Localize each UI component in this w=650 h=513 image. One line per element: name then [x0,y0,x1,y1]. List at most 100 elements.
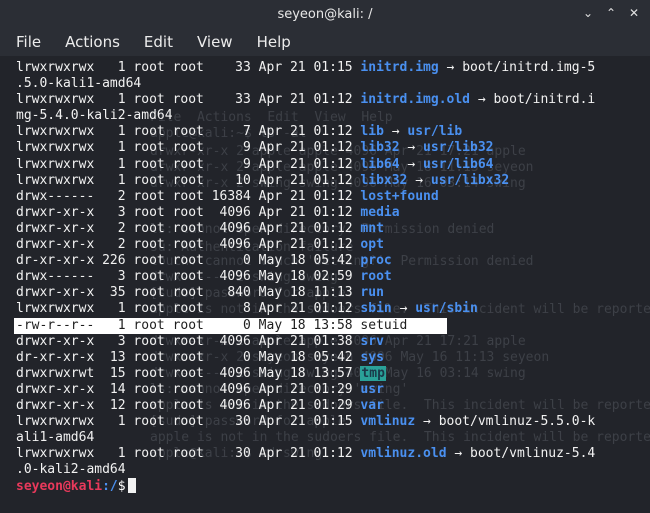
listing-row[interactable]: drwxr-xr-x 2 root root 4096 Apr 21 01:12… [16,221,595,237]
modified-date: May 18 13:57 [258,365,353,381]
link-count: 14 [102,381,126,397]
permissions: drwx------ [16,269,95,285]
file-name: lib64 [360,156,400,172]
wrapped-continuation: mg-5.4.0-kali2-amd64 [16,108,173,124]
listing-row[interactable]: lrwxrwxrwx 1 root root 33 Apr 21 01:15 i… [16,60,595,76]
listing-row[interactable]: ali1-amd64 [16,430,595,446]
modified-date: Apr 21 01:12 [258,124,353,140]
owner: root [133,317,165,333]
group: root [172,414,204,430]
group: root [172,156,204,172]
file-name: root [360,269,392,285]
listing-row[interactable]: drwxr-xr-x 12 root root 4096 Apr 21 01:2… [16,398,595,414]
file-name: vmlinuz.old [360,446,447,462]
owner: root [133,381,165,397]
modified-date: Apr 21 01:12 [258,92,353,108]
owner: root [133,60,165,75]
permissions: lrwxrwxrwx [16,446,95,462]
terminal-area[interactable]: File Actions Edit View Help apple@kali:~$… [0,56,650,513]
group: root [172,172,204,188]
permissions: dr-xr-xr-x [16,349,95,365]
listing-row[interactable]: lrwxrwxrwx 1 root root 7 Apr 21 01:12 li… [16,124,595,140]
listing-row[interactable]: drwxr-xr-x 2 root root 4096 Apr 21 01:12… [16,237,595,253]
owner: root [133,397,165,413]
modified-date: May 18 13:58 [258,317,353,333]
listing-row[interactable]: lrwxrwxrwx 1 root root 33 Apr 21 01:12 i… [16,92,595,108]
group: root [172,285,204,301]
file-name: lib [360,124,384,140]
listing-row[interactable]: drwxrwxrwt 15 root root 4096 May 18 13:5… [16,365,595,382]
prompt-symbol: $ [117,479,126,495]
modified-date: Apr 21 01:12 [258,446,353,462]
link-count: 2 [102,237,126,253]
prompt-line[interactable]: seyeon@kali:/$ [16,478,595,494]
file-name: initrd.img.old [360,92,470,108]
file-name: proc [360,253,392,269]
menu-file[interactable]: File [8,33,49,51]
file-size: 4096 [211,397,251,413]
prompt-path: :/ [102,479,118,495]
wrapped-continuation: ali1-amd64 [16,430,95,446]
listing-row[interactable]: lrwxrwxrwx 1 root root 9 Apr 21 01:12 li… [16,140,595,156]
listing-row[interactable]: drwxr-xr-x 3 root root 4096 Apr 21 01:12… [16,205,595,221]
listing-row[interactable]: dr-xr-xr-x 226 root root 0 May 18 05:42 … [16,253,595,269]
listing-row[interactable]: lrwxrwxrwx 1 root root 10 Apr 21 01:12 l… [16,173,595,189]
file-size: 0 [211,253,251,269]
file-size: 7 [211,124,251,140]
listing-row[interactable]: drwxr-xr-x 35 root root 840 May 18 11:13… [16,285,595,301]
symlink-target: boot/initrd.i [493,92,596,108]
owner: root [133,156,165,172]
symlink-target: boot/initrd.img-5 [462,60,596,75]
link-count: 2 [102,188,126,204]
listing-row[interactable]: .0-kali2-amd64 [16,462,595,478]
link-count: 15 [102,365,126,381]
listing-row[interactable]: lrwxrwxrwx 1 root root 30 Apr 21 01:15 v… [16,414,595,430]
permissions: drwxr-xr-x [16,285,95,301]
file-name: var [360,397,384,413]
title-bar[interactable]: seyeon@kali: / ⌄ ⌃ ✕ [0,0,650,28]
menu-help[interactable]: Help [249,33,299,51]
permissions: lrwxrwxrwx [16,156,95,172]
menu-actions[interactable]: Actions [57,33,128,51]
link-count: 13 [102,349,126,365]
group: root [172,204,204,220]
link-count: 1 [102,317,126,333]
file-name: srv [360,333,384,349]
listing-row[interactable]: -rw-r--r-- 1 root root 0 May 18 13:58 se… [14,317,447,334]
link-count: 1 [102,92,126,108]
close-icon[interactable]: ✕ [626,5,642,21]
listing-row[interactable]: lrwxrwxrwx 1 root root 8 Apr 21 01:12 sb… [16,301,595,317]
minimize-icon[interactable]: ⌄ [580,5,596,21]
listing-row[interactable]: mg-5.4.0-kali2-amd64 [16,108,595,124]
symlink-target: usr/sbin [415,301,478,317]
wrapped-continuation: .0-kali2-amd64 [16,462,126,478]
symlink-target: usr/lib32 [423,140,494,156]
listing-row[interactable]: drwxr-xr-x 3 root root 4096 Apr 21 01:38… [16,334,595,350]
file-size: 10 [211,172,251,188]
owner: root [133,172,165,188]
menu-edit[interactable]: Edit [136,33,181,51]
listing-row[interactable]: lrwxrwxrwx 1 root root 30 Apr 21 01:12 v… [16,446,595,462]
symlink-arrow-icon: → [415,172,424,188]
group: root [172,220,204,236]
listing-row[interactable]: dr-xr-xr-x 13 root root 0 May 18 05:42 s… [16,350,595,366]
listing-row[interactable]: drwx------ 2 root root 16384 Apr 21 01:1… [16,189,595,205]
listing-row[interactable]: drwxr-xr-x 14 root root 4096 Apr 21 01:2… [16,382,595,398]
file-size: 8 [211,301,251,317]
group: root [172,188,204,204]
file-name: libx32 [360,172,408,188]
modified-date: Apr 21 01:12 [258,237,353,253]
modified-date: May 18 11:13 [258,285,353,301]
symlink-arrow-icon: → [446,60,455,75]
terminal-output: lrwxrwxrwx 1 root root 33 Apr 21 01:15 i… [14,60,595,495]
menu-bar: File Actions Edit View Help [0,28,650,56]
symlink-target: usr/lib64 [423,156,494,172]
listing-row[interactable]: .5.0-kali1-amd64 [16,76,595,92]
listing-row[interactable]: lrwxrwxrwx 1 root root 9 Apr 21 01:12 li… [16,157,595,173]
file-size: 4096 [211,365,251,381]
permissions: lrwxrwxrwx [16,92,95,108]
menu-view[interactable]: View [189,33,241,51]
listing-row[interactable]: drwx------ 3 root root 4096 May 18 02:59… [16,269,595,285]
owner: root [133,188,165,204]
maximize-icon[interactable]: ⌃ [603,5,619,21]
